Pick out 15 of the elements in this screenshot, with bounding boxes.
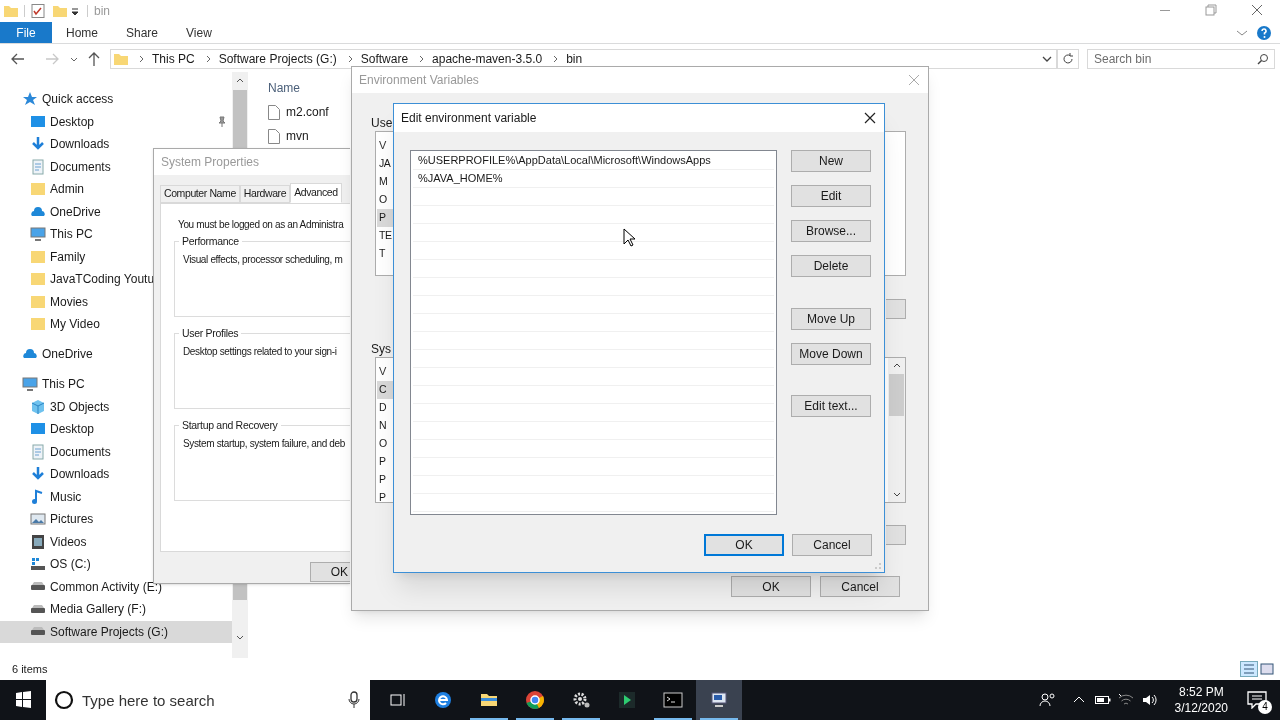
group-text: Desktop settings related to your sign-i xyxy=(183,345,338,359)
section-label: Sys xyxy=(371,341,391,358)
window-title: System Properties xyxy=(154,149,350,175)
section-label: Use xyxy=(371,115,393,132)
window-title: Environment Variables xyxy=(359,72,479,89)
clock-date: 3/12/2020 xyxy=(1174,700,1228,716)
window-title: Edit environment variable xyxy=(401,110,537,127)
group-text: System startup, system failure, and deb xyxy=(183,437,346,451)
notice-text: You must be logged on as an Administra xyxy=(178,218,345,231)
notification-count: 4 xyxy=(1258,700,1272,714)
window-title: bin xyxy=(94,3,110,20)
status-text: 6 items xyxy=(12,661,48,677)
group-title: Startup and Recovery xyxy=(179,418,281,434)
clock-time: 8:52 PM xyxy=(1178,684,1224,700)
group-text: Visual effects, processor scheduling, m xyxy=(183,253,344,267)
